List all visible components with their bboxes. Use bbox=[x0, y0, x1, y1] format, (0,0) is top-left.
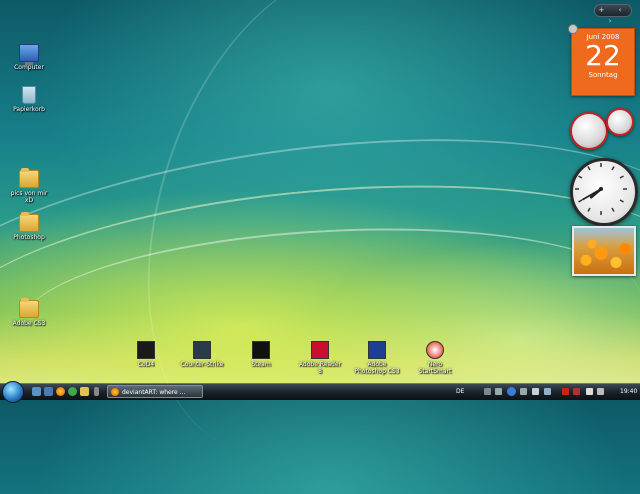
shortcut-label: Steam bbox=[251, 361, 271, 368]
sidebar-controls[interactable]: + ‹ › bbox=[594, 4, 632, 25]
recycle-bin-icon bbox=[22, 86, 36, 104]
desktop-icon-label: pics von mir xD bbox=[10, 190, 48, 204]
antivirus-icon[interactable] bbox=[573, 388, 580, 395]
media-play-icon[interactable] bbox=[507, 387, 516, 396]
shortcut-photoshop[interactable]: Adobe Photoshop CS3 bbox=[354, 341, 400, 375]
media-prev-icon[interactable] bbox=[495, 388, 502, 395]
shortcut-label: CoD4 bbox=[137, 361, 155, 368]
clock-tick bbox=[587, 166, 591, 171]
slideshow-gadget[interactable] bbox=[572, 226, 636, 276]
folder-icon bbox=[19, 168, 39, 188]
memory-gauge-icon bbox=[606, 108, 634, 136]
media-player-icon[interactable] bbox=[484, 388, 491, 395]
wallpaper-streak bbox=[16, 213, 640, 409]
cpu-gauge-icon bbox=[570, 112, 608, 150]
messenger-icon[interactable] bbox=[68, 387, 77, 396]
language-indicator[interactable]: DE bbox=[456, 384, 464, 399]
cod4-icon bbox=[137, 341, 155, 359]
clock-tick bbox=[611, 166, 615, 171]
steam-icon bbox=[252, 341, 270, 359]
tray-app-icon[interactable] bbox=[586, 388, 593, 395]
wallpaper-streak bbox=[0, 157, 640, 445]
photoshop-icon bbox=[368, 341, 386, 359]
shortcut-label: Counter-Strike bbox=[180, 361, 224, 368]
switch-windows-icon[interactable] bbox=[44, 387, 53, 396]
clock-gadget[interactable] bbox=[570, 158, 638, 226]
shortcut-label: Nero StartSmart bbox=[418, 361, 452, 375]
computer-icon bbox=[19, 44, 39, 65]
shortcut-counter-strike[interactable]: Counter-Strike bbox=[179, 341, 225, 368]
quicklaunch-chevron-icon[interactable] bbox=[94, 387, 99, 396]
desktop-icon-label: Computer bbox=[14, 64, 44, 71]
volume-icon[interactable] bbox=[532, 388, 539, 395]
firefox-icon bbox=[111, 388, 119, 396]
desktop-icon-photoshop-folder[interactable]: Photoshop bbox=[6, 212, 52, 241]
tray-app-icon[interactable] bbox=[597, 388, 604, 395]
cpu-meter-gadget[interactable] bbox=[568, 108, 636, 150]
taskbar-window-button[interactable]: deviantART: where ... bbox=[107, 385, 203, 398]
adobe-reader-icon bbox=[311, 341, 329, 359]
taskbar: deviantART: where ... DE 19:40 bbox=[0, 381, 640, 403]
shortcut-steam[interactable]: Steam bbox=[238, 341, 284, 368]
nero-icon bbox=[426, 341, 444, 359]
firefox-icon[interactable] bbox=[56, 387, 65, 396]
security-icon[interactable] bbox=[562, 388, 569, 395]
clock-tick bbox=[578, 199, 583, 203]
desktop-icon-label: Adobe CS3 bbox=[12, 320, 46, 327]
desktop-icon-label: Papierkorb bbox=[13, 106, 45, 113]
calendar-weekday: Sonntag bbox=[588, 71, 618, 79]
explorer-icon[interactable] bbox=[80, 387, 89, 396]
network-icon[interactable] bbox=[544, 388, 551, 395]
shortcut-adobe-reader[interactable]: Adobe Reader 8 bbox=[297, 341, 343, 375]
desktop-icon-recycle-bin[interactable]: Papierkorb bbox=[6, 86, 52, 113]
desktop-icon-label: Photoshop bbox=[13, 234, 45, 241]
clock-face-icon bbox=[575, 163, 627, 215]
shortcut-nero[interactable]: Nero StartSmart bbox=[412, 341, 458, 375]
clock-tick bbox=[619, 175, 624, 179]
wallpaper-streak bbox=[90, 0, 532, 494]
clock-tick bbox=[578, 175, 583, 179]
desktop-icon-adobe-folder[interactable]: Adobe CS3 bbox=[6, 298, 52, 327]
taskbar-window-title: deviantART: where ... bbox=[122, 389, 186, 396]
shortcut-cod4[interactable]: CoD4 bbox=[123, 341, 169, 368]
clock-tick bbox=[619, 199, 624, 203]
shortcut-label: Adobe Photoshop CS3 bbox=[354, 361, 400, 375]
counter-strike-icon bbox=[193, 341, 211, 359]
desktop-icon-computer[interactable]: Computer bbox=[6, 44, 52, 71]
desktop-icon-pics-folder[interactable]: pics von mir xD bbox=[6, 168, 52, 204]
clock-tick bbox=[611, 207, 615, 212]
taskbar-clock[interactable]: 19:40 bbox=[620, 384, 637, 399]
media-next-icon[interactable] bbox=[520, 388, 527, 395]
wallpaper-streak bbox=[0, 94, 640, 468]
shortcut-label: Adobe Reader 8 bbox=[298, 361, 342, 375]
show-desktop-icon[interactable] bbox=[32, 387, 41, 396]
folder-icon bbox=[19, 298, 39, 318]
calendar-day: 22 bbox=[585, 39, 621, 72]
calendar-gadget[interactable]: Juni 2008 22 Sonntag bbox=[568, 24, 635, 96]
folder-icon bbox=[19, 212, 39, 232]
clock-tick bbox=[587, 207, 591, 212]
